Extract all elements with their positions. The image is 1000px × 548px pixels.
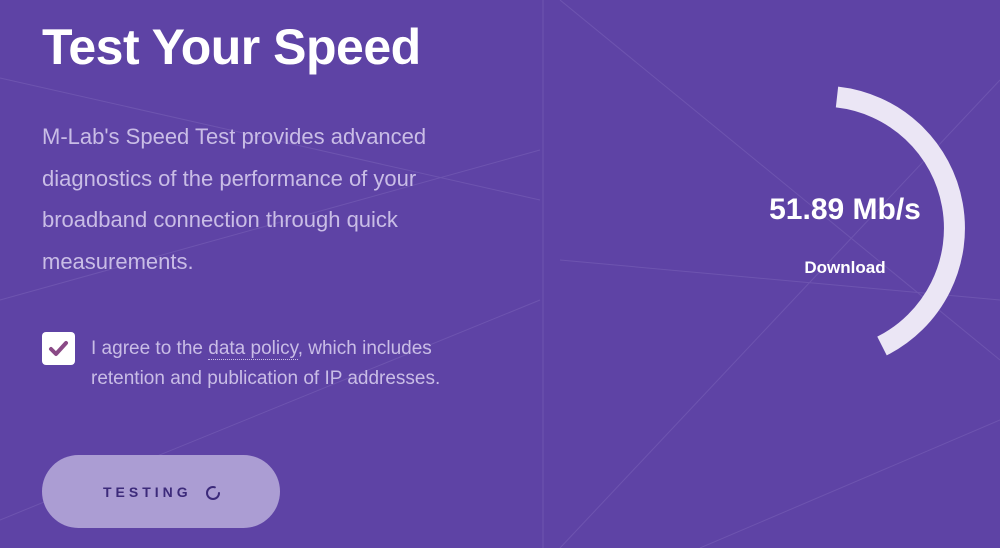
testing-button-label: TESTING bbox=[103, 484, 192, 500]
spinner-icon bbox=[206, 486, 220, 500]
agreement-text: I agree to the data policy, which includ… bbox=[91, 334, 481, 394]
speed-value: 51.89 Mb/s bbox=[769, 193, 921, 226]
speed-label: Download bbox=[804, 258, 886, 277]
testing-button[interactable]: TESTING bbox=[42, 455, 280, 528]
agreement-text-before: I agree to the bbox=[91, 338, 209, 359]
speed-gauge: 51.89 Mb/s Download bbox=[690, 70, 1000, 370]
hero-description: M-Lab's Speed Test provides advanced dia… bbox=[42, 124, 427, 274]
hero-section: Test Your Speed M-Lab's Speed Test provi… bbox=[42, 0, 512, 548]
agree-checkbox[interactable] bbox=[42, 332, 75, 365]
checkmark-icon bbox=[49, 341, 68, 356]
page-title: Test Your Speed bbox=[42, 19, 421, 75]
data-policy-link[interactable]: data policy bbox=[208, 338, 298, 360]
